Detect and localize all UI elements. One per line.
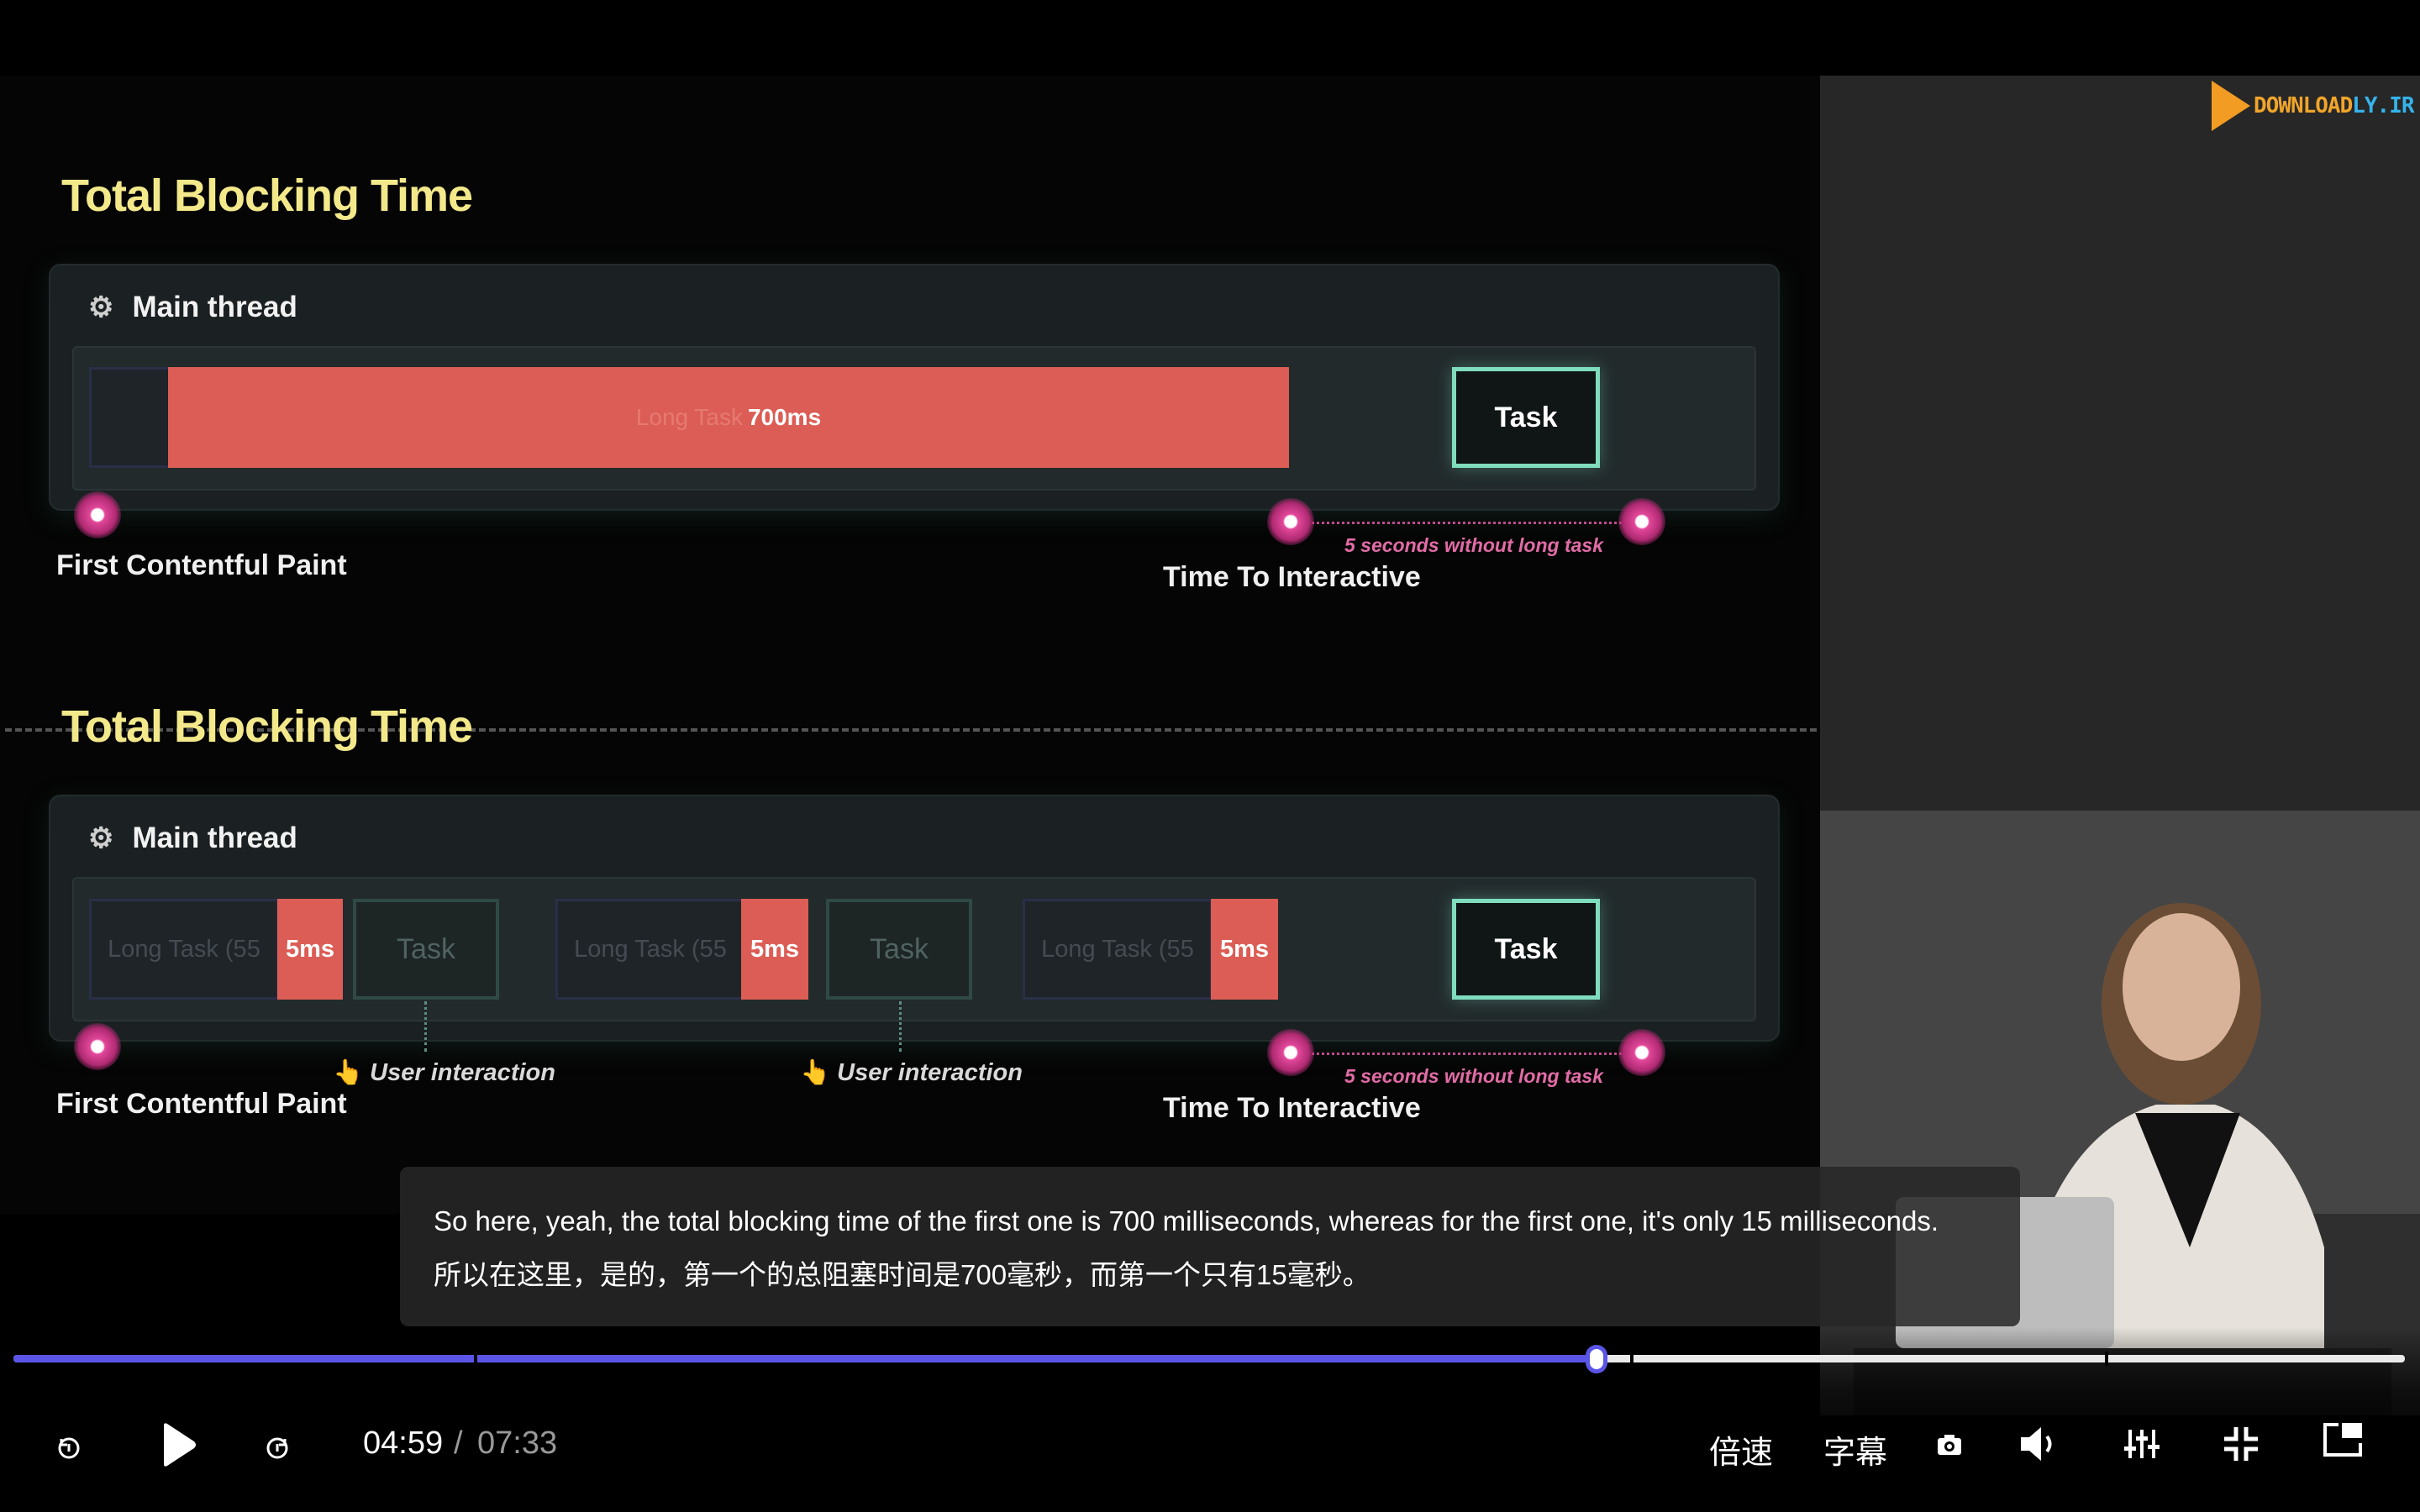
chapter-marker	[1630, 1352, 1634, 1366]
subtitles-button[interactable]: 字幕	[1823, 1426, 1887, 1473]
screenshot-icon[interactable]	[1933, 1430, 1966, 1460]
interaction-line-1	[424, 1001, 427, 1052]
tti-end-marker-top	[1618, 498, 1665, 545]
five-seconds-label-top: 5 seconds without long task	[1344, 534, 1603, 556]
fcp-label-top: First Contentful Paint	[56, 549, 347, 581]
blocking-5ms-3: 5ms	[1211, 899, 1278, 1000]
long-task-700ms: Long Task 700ms	[168, 367, 1289, 468]
main-thread-label-top: ⚙ Main thread	[88, 291, 297, 323]
settings-icon[interactable]	[2123, 1425, 2161, 1463]
tti-end-marker-bottom	[1618, 1029, 1665, 1076]
slide: Total Blocking Time ⚙ Main thread Long T…	[0, 76, 1820, 1214]
exit-fullscreen-icon[interactable]	[2222, 1425, 2260, 1463]
tti-label-bottom: Time To Interactive	[1163, 1092, 1421, 1124]
subtitle-box: So here, yeah, the total blocking time o…	[400, 1167, 2020, 1326]
fcp-marker-bottom	[74, 1023, 121, 1070]
progress-thumb[interactable]	[1586, 1345, 1607, 1373]
long-task-ghost-2: Long Task (55	[555, 899, 745, 1000]
interaction-line-2	[899, 1001, 902, 1052]
slide-title-bottom: Total Blocking Time	[61, 701, 473, 752]
progress-played	[13, 1355, 1597, 1362]
pointing-hand-icon: 👆	[333, 1059, 364, 1086]
play-logo-icon	[2212, 81, 2250, 131]
interval-line-top	[1291, 522, 1644, 524]
subtitle-chinese: 所以在这里，是的，第一个的总阻塞时间是700毫秒，而第一个只有15毫秒。	[434, 1259, 1370, 1290]
current-time: 04:59	[363, 1425, 444, 1461]
task-ghost-1: Task	[353, 899, 499, 1000]
fcp-marker-top	[74, 491, 121, 538]
presenter-side-panel	[1820, 76, 2420, 811]
time-separator: /	[454, 1425, 463, 1461]
five-seconds-label-bottom: 5 seconds without long task	[1344, 1065, 1603, 1087]
chapter-marker	[474, 1352, 477, 1366]
ghost-block	[89, 367, 173, 468]
user-interaction-label-1: 👆 User interaction	[333, 1059, 555, 1086]
tti-start-marker-bottom	[1267, 1029, 1314, 1076]
task-box-top: Task	[1452, 367, 1600, 468]
top-bar	[0, 0, 2420, 76]
gear-icon: ⚙	[88, 822, 114, 854]
pip-icon[interactable]	[2321, 1420, 2365, 1460]
duration: 07:33	[477, 1425, 558, 1461]
slide-title-top: Total Blocking Time	[61, 171, 473, 221]
gear-icon: ⚙	[88, 291, 114, 323]
volume-icon[interactable]	[2017, 1423, 2064, 1465]
play-icon[interactable]	[158, 1420, 200, 1470]
fcp-label-bottom: First Contentful Paint	[56, 1088, 347, 1120]
rewind-icon[interactable]	[52, 1431, 86, 1464]
long-task-ghost-3: Long Task (55	[1023, 899, 1213, 1000]
task-box-bottom: Task	[1452, 899, 1600, 1000]
tti-label-top: Time To Interactive	[1163, 561, 1421, 593]
blocking-5ms-2: 5ms	[741, 899, 808, 1000]
chapter-marker	[2105, 1352, 2108, 1366]
subtitle-english: So here, yeah, the total blocking time o…	[434, 1205, 1939, 1236]
main-thread-label-bottom: ⚙ Main thread	[88, 822, 297, 854]
pointing-hand-icon: 👆	[800, 1059, 831, 1086]
tti-start-marker-top	[1267, 498, 1314, 545]
task-ghost-2: Task	[826, 899, 972, 1000]
blocking-5ms-1: 5ms	[277, 899, 343, 1000]
watermark-logo: DOWNLOADLY.IR	[2212, 81, 2415, 131]
forward-icon[interactable]	[260, 1431, 294, 1464]
speed-button[interactable]: 倍速	[1709, 1426, 1773, 1473]
user-interaction-label-2: 👆 User interaction	[800, 1059, 1023, 1086]
interval-line-bottom	[1291, 1053, 1644, 1055]
long-task-ghost-1: Long Task (55	[89, 899, 279, 1000]
